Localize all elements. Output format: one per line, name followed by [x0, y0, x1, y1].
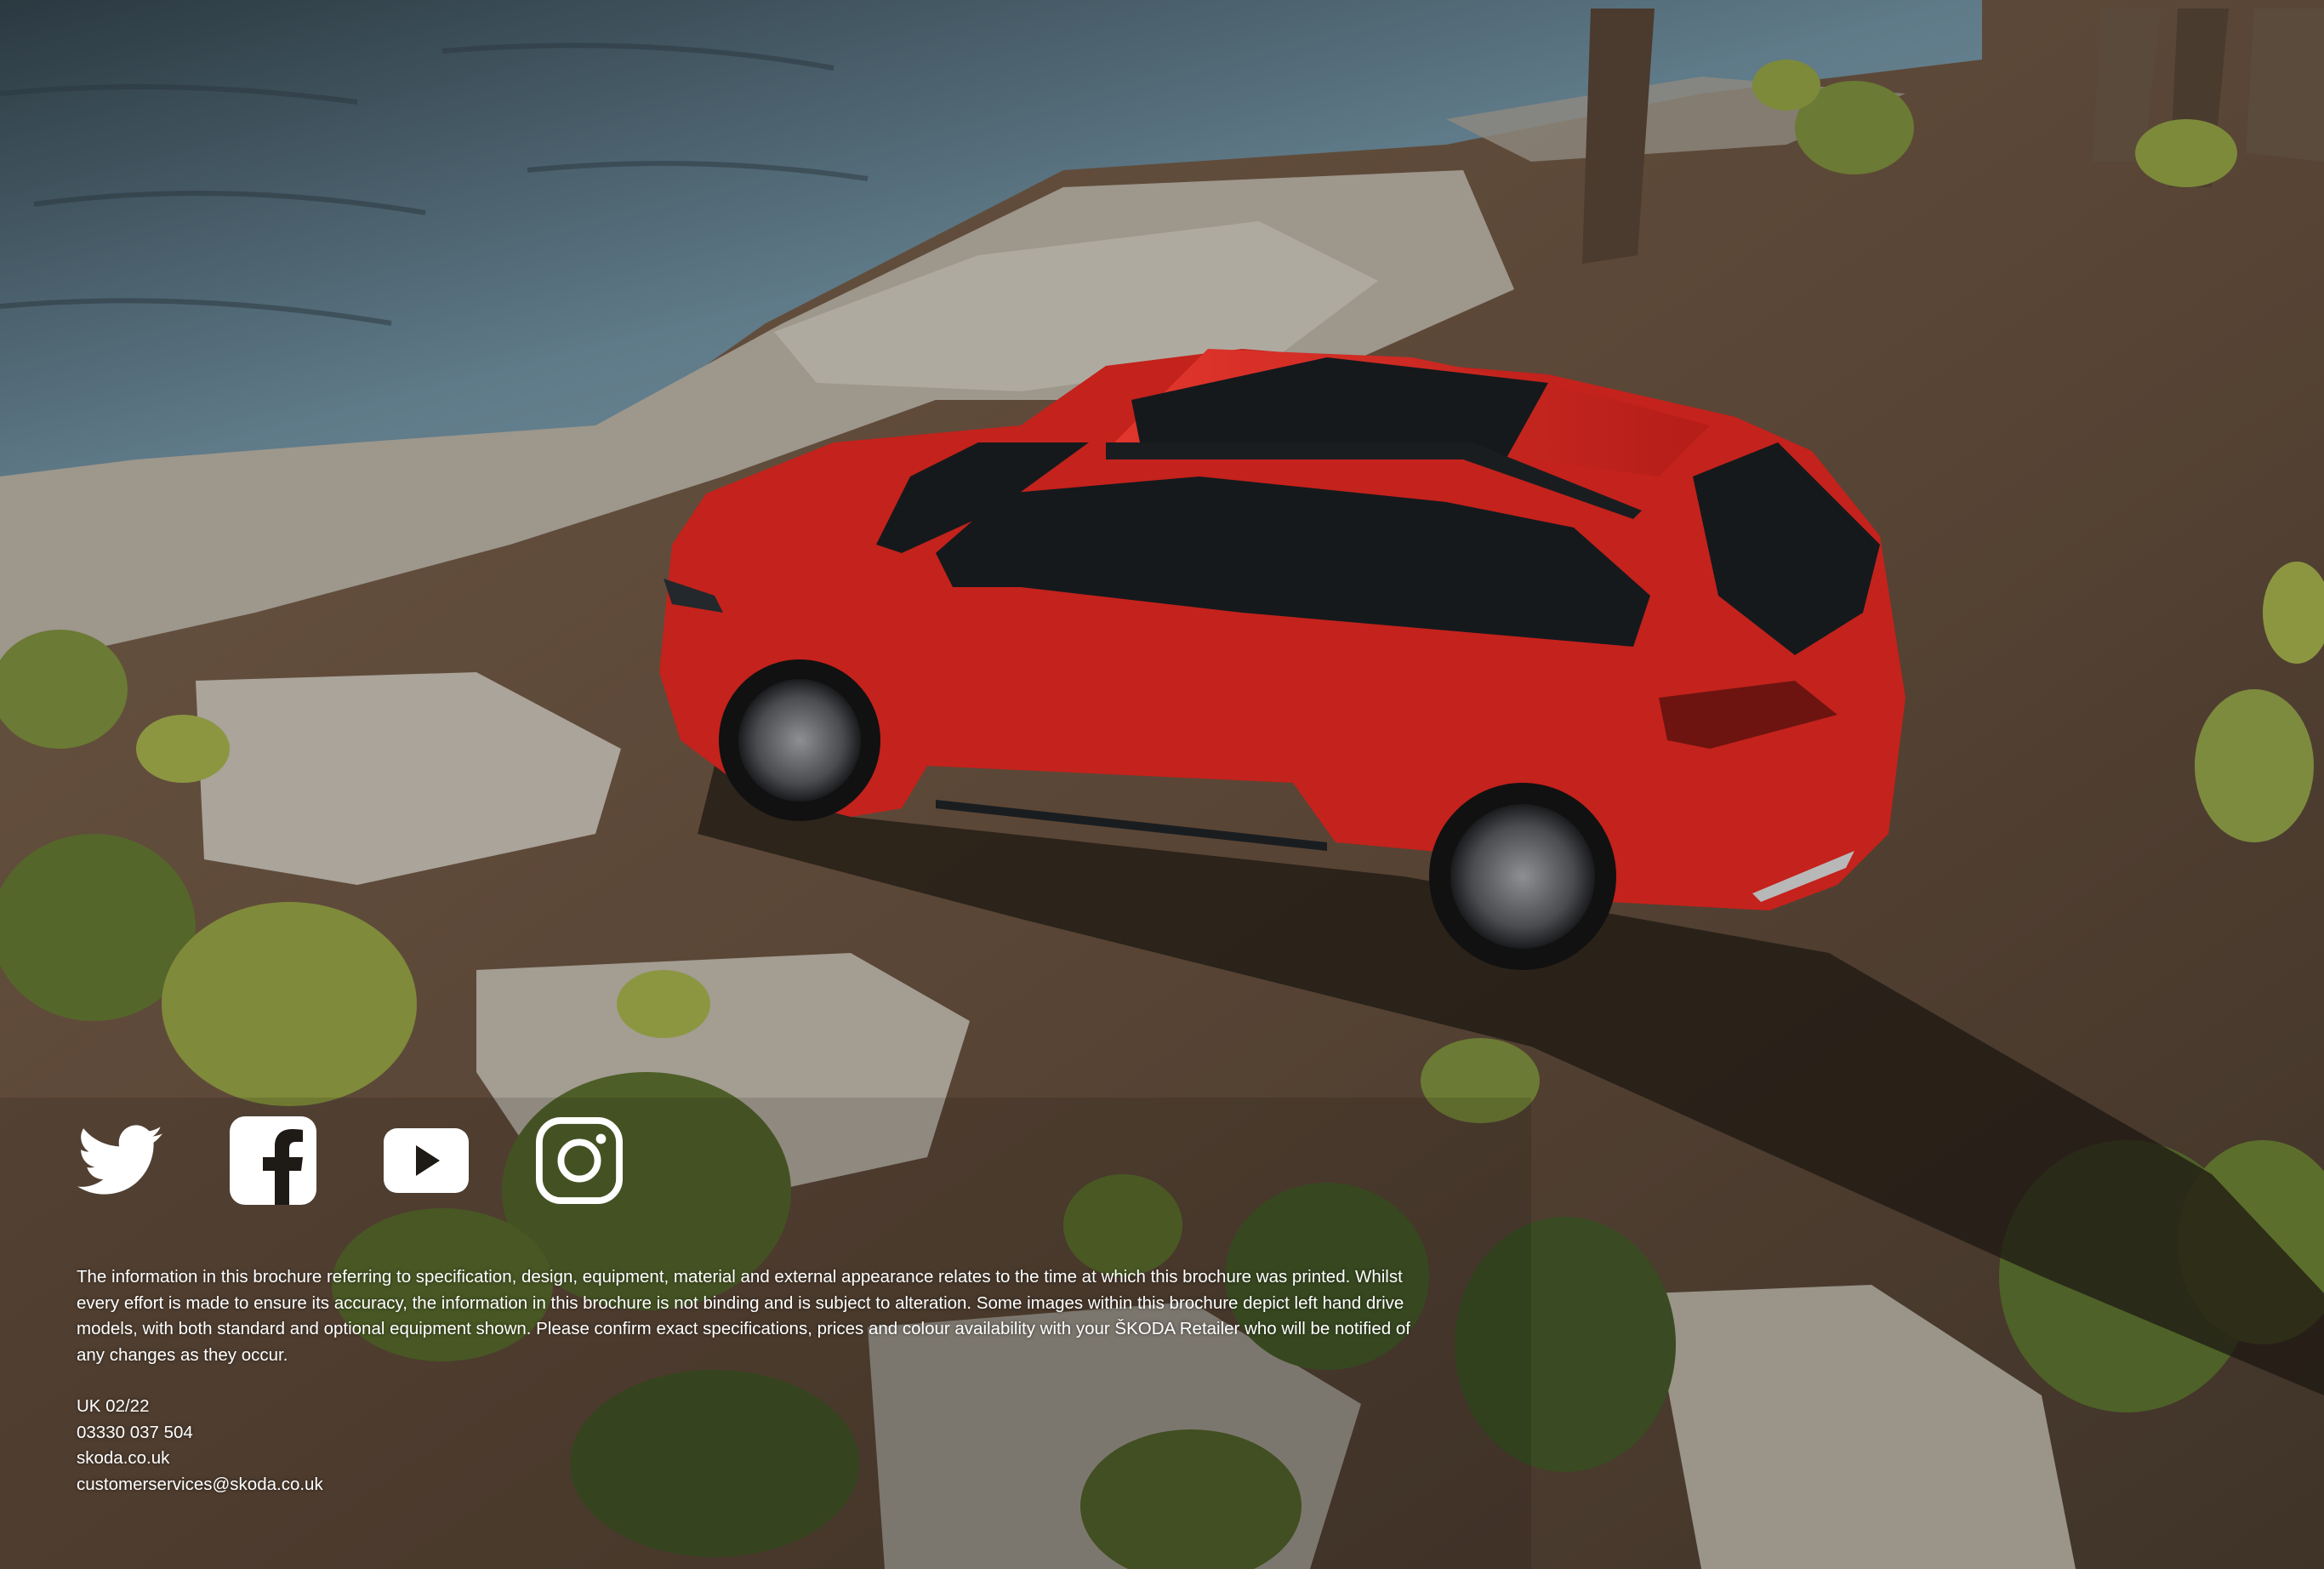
website-link-text[interactable]: skoda.co.uk: [77, 1448, 169, 1468]
instagram-glyph: [536, 1117, 623, 1204]
email-link-text[interactable]: customerservices@skoda.co.uk: [77, 1475, 323, 1494]
instagram-camera-icon[interactable]: [536, 1116, 623, 1205]
twitter-bird-glyph: [77, 1125, 162, 1195]
twitter-bird-icon[interactable]: [77, 1116, 163, 1205]
youtube-glyph: [384, 1128, 469, 1193]
email-link[interactable]: customerservices@skoda.co.uk: [77, 1472, 323, 1498]
edition-code: UK 02/22: [77, 1396, 150, 1416]
facebook-f-icon[interactable]: [230, 1116, 316, 1205]
contact-block: UK 02/22 03330 037 504 skoda.co.uk custo…: [77, 1394, 323, 1498]
phone-number[interactable]: 03330 037 504: [77, 1420, 323, 1446]
legal-disclaimer: The information in this brochure referri…: [77, 1267, 1410, 1365]
social-icons-row: [77, 1116, 623, 1205]
youtube-play-icon[interactable]: [383, 1116, 470, 1205]
facebook-glyph: [230, 1116, 316, 1205]
website-link[interactable]: skoda.co.uk: [77, 1446, 323, 1472]
